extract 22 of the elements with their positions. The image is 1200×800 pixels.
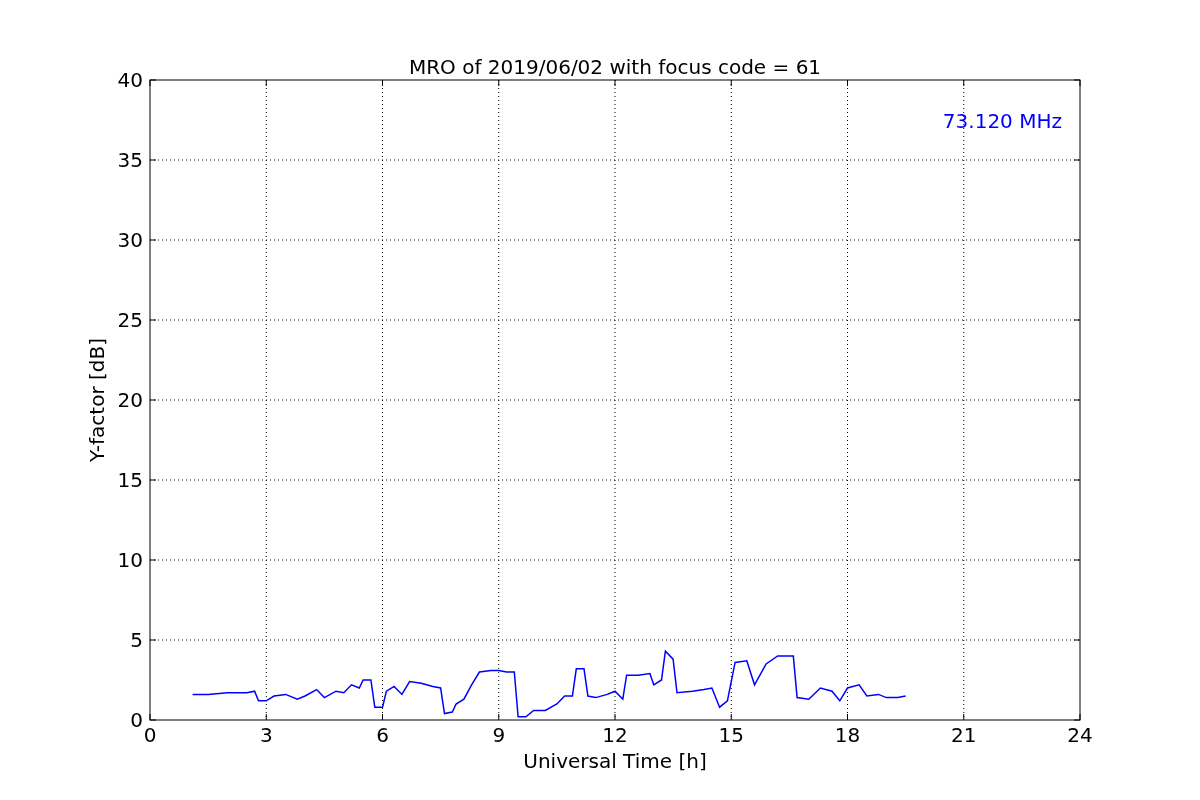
tick-label: 25: [117, 308, 143, 332]
tick-label: 6: [376, 723, 389, 747]
tick-label: 5: [130, 628, 143, 652]
axis-label: Universal Time [h]: [523, 749, 707, 773]
tick-label: 20: [117, 388, 143, 412]
tick-label: 9: [492, 723, 506, 747]
tick-label: 12: [602, 723, 628, 747]
tick-label: 0: [130, 708, 143, 732]
tick-label: 15: [117, 468, 143, 492]
tick-label: 3: [259, 723, 273, 747]
tick-label: 35: [117, 148, 143, 172]
annotation-text: 73.120 MHz: [942, 109, 1062, 133]
tick-label: 10: [117, 548, 143, 572]
tick-label: 24: [1067, 723, 1093, 747]
tick-label: 40: [117, 68, 143, 92]
chart-title: MRO of 2019/06/02 with focus code = 61: [408, 55, 822, 79]
tick-label: 15: [718, 723, 744, 747]
tick-label: 21: [951, 723, 977, 747]
tick-label: 30: [117, 228, 143, 252]
tick-label: 18: [834, 723, 861, 747]
tick-label: 0: [143, 723, 157, 747]
axis-label: Y-factor [dB]: [85, 338, 109, 462]
